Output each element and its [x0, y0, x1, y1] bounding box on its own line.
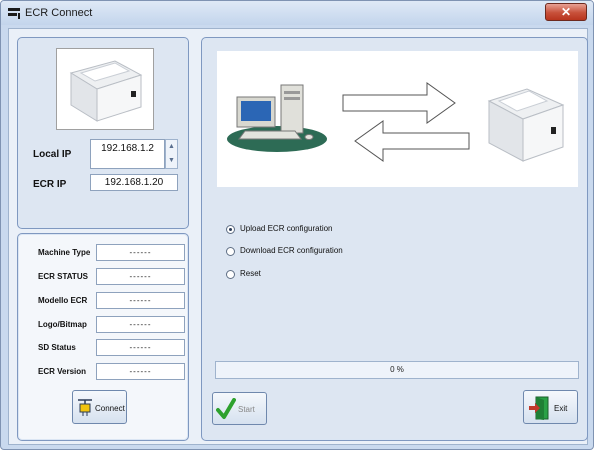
reset-radio[interactable]	[226, 270, 235, 279]
sd-status-field: ------	[96, 339, 185, 356]
app-icon	[8, 8, 20, 19]
computer-icon	[227, 84, 327, 152]
local-ip-input[interactable]: 192.168.1.2	[90, 139, 165, 169]
ecr-ip-input[interactable]: 192.168.1.20	[90, 174, 178, 191]
machine-type-label: Machine Type	[38, 248, 91, 257]
machine-type-field: ------	[96, 244, 185, 261]
exit-button[interactable]: Exit	[523, 390, 578, 424]
upload-label: Upload ECR configuration	[240, 224, 333, 233]
sd-status-label: SD Status	[38, 343, 76, 352]
download-radio[interactable]	[226, 247, 235, 256]
spin-down-icon[interactable]: ▼	[166, 154, 177, 168]
transfer-diagram	[217, 51, 578, 187]
send-arrow-icon	[342, 82, 456, 124]
printer-icon	[69, 60, 143, 122]
ecr-ip-label: ECR IP	[33, 179, 67, 190]
check-icon	[216, 398, 236, 419]
plug-icon	[78, 399, 92, 416]
ecr-connect-window: ECR Connect ✕ Local IP 192.168.1.2 ▲ ▼ E…	[0, 0, 594, 450]
reset-label: Reset	[240, 269, 261, 278]
connect-button-label: Connect	[95, 404, 125, 413]
ecr-printer-icon	[487, 88, 565, 162]
close-button[interactable]: ✕	[545, 3, 587, 21]
ecr-version-field: ------	[96, 363, 185, 380]
start-button[interactable]: Start	[212, 392, 267, 425]
logo-bitmap-label: Logo/Bitmap	[38, 320, 87, 329]
logo-bitmap-field: ------	[96, 316, 185, 333]
printer-thumbnail	[56, 48, 154, 130]
receive-arrow-icon	[354, 120, 470, 162]
start-button-label: Start	[238, 405, 255, 414]
close-icon: ✕	[560, 5, 572, 19]
title-bar[interactable]: ECR Connect ✕	[1, 1, 593, 25]
upload-radio[interactable]	[226, 225, 235, 234]
connect-button[interactable]: Connect	[72, 390, 127, 424]
ecr-version-label: ECR Version	[38, 367, 87, 376]
spin-up-icon[interactable]: ▲	[166, 140, 177, 154]
modello-ecr-field: ------	[96, 292, 185, 309]
progress-bar: 0 %	[215, 361, 579, 379]
ecr-status-label: ECR STATUS	[38, 272, 88, 281]
ecr-status-field: ------	[96, 268, 185, 285]
window-title: ECR Connect	[25, 7, 93, 19]
progress-text: 0 %	[390, 365, 404, 374]
exit-button-label: Exit	[554, 404, 568, 413]
exit-door-icon	[529, 396, 549, 420]
local-ip-label: Local IP	[33, 149, 72, 160]
modello-ecr-label: Modello ECR	[38, 296, 88, 305]
local-ip-spinner[interactable]: ▲ ▼	[165, 139, 178, 169]
download-label: Download ECR configuration	[240, 246, 343, 255]
